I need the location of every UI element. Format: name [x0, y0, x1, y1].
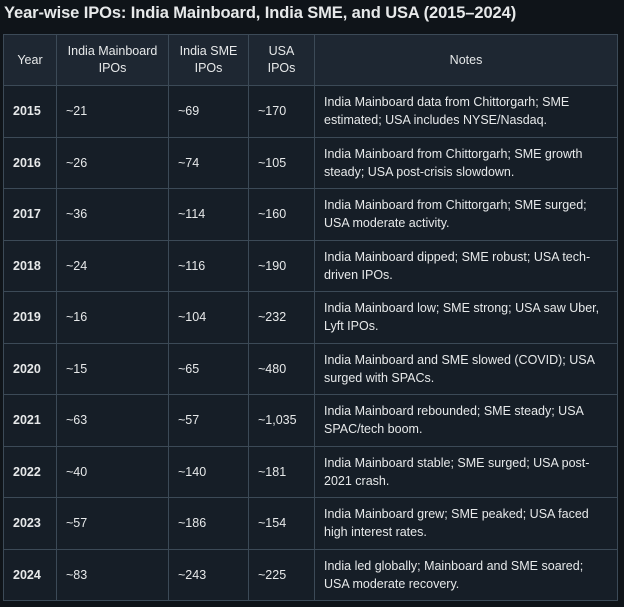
cell-usa: ~232	[248, 291, 315, 344]
cell-sme: ~57	[168, 394, 249, 447]
cell-mainboard: ~26	[56, 136, 169, 189]
cell-sme: ~74	[168, 136, 249, 189]
table-row: 2020 ~15 ~65 ~480 India Mainboard and SME sl…	[3, 342, 618, 395]
cell-year: 2018	[3, 239, 57, 292]
cell-mainboard: ~57	[56, 497, 169, 550]
cell-year: 2015	[3, 85, 57, 138]
cell-year: 2021	[3, 394, 57, 447]
cell-usa: ~181	[248, 445, 315, 498]
header-sme: India SME IPOs	[168, 34, 249, 86]
table-row: 2023 ~57 ~186 ~154 India Mainboard grew; SME…	[3, 497, 618, 550]
cell-mainboard: ~21	[56, 85, 169, 138]
cell-notes: India Mainboard grew; SME peaked; USA fa…	[314, 497, 618, 550]
header-notes: Notes	[314, 34, 618, 86]
table-row: 2015 ~21 ~69 ~170 India Mainboard data from …	[3, 85, 618, 138]
cell-sme: ~65	[168, 342, 249, 395]
table-row: 2016 ~26 ~74 ~105 India Mainboard from Chitt…	[3, 136, 618, 189]
page-title: Year-wise IPOs: India Mainboard, India S…	[4, 4, 517, 22]
cell-notes: India Mainboard data from Chittorgarh; S…	[314, 85, 618, 138]
table-row: 2017 ~36 ~114 ~160 India Mainboard from Chit…	[3, 188, 618, 241]
header-mainboard: India Mainboard IPOs	[56, 34, 169, 86]
cell-usa: ~480	[248, 342, 315, 395]
cell-year: 2016	[3, 136, 57, 189]
cell-year: 2019	[3, 291, 57, 344]
cell-sme: ~243	[168, 548, 249, 601]
cell-notes: India Mainboard from Chittorgarh; SME gr…	[314, 136, 618, 189]
header-row: Year India Mainboard IPOs India SME IPOs…	[3, 34, 618, 86]
cell-mainboard: ~63	[56, 394, 169, 447]
cell-mainboard: ~40	[56, 445, 169, 498]
cell-year: 2022	[3, 445, 57, 498]
cell-year: 2017	[3, 188, 57, 241]
table-row: 2019 ~16 ~104 ~232 India Mainboard low; SME …	[3, 291, 618, 344]
cell-sme: ~114	[168, 188, 249, 241]
table-row: 2018 ~24 ~116 ~190 India Mainboard dipped; S…	[3, 239, 618, 292]
cell-usa: ~154	[248, 497, 315, 550]
cell-sme: ~104	[168, 291, 249, 344]
header-year: Year	[3, 34, 57, 86]
table-body: 2015 ~21 ~69 ~170 India Mainboard data from …	[3, 85, 618, 601]
cell-year: 2023	[3, 497, 57, 550]
cell-year: 2024	[3, 548, 57, 601]
cell-usa: ~170	[248, 85, 315, 138]
cell-notes: India Mainboard low; SME strong; USA saw…	[314, 291, 618, 344]
cell-usa: ~225	[248, 548, 315, 601]
cell-notes: India Mainboard from Chittorgarh; SME su…	[314, 188, 618, 241]
cell-notes: India led globally; Mainboard and SME so…	[314, 548, 618, 601]
cell-usa: ~1,035	[248, 394, 315, 447]
cell-notes: India Mainboard rebounded; SME steady; U…	[314, 394, 618, 447]
cell-usa: ~160	[248, 188, 315, 241]
cell-mainboard: ~16	[56, 291, 169, 344]
header-usa: USA IPOs	[248, 34, 315, 86]
cell-sme: ~186	[168, 497, 249, 550]
cell-mainboard: ~36	[56, 188, 169, 241]
cell-mainboard: ~24	[56, 239, 169, 292]
cell-usa: ~105	[248, 136, 315, 189]
cell-notes: India Mainboard stable; SME surged; USA …	[314, 445, 618, 498]
cell-mainboard: ~83	[56, 548, 169, 601]
cell-year: 2020	[3, 342, 57, 395]
cell-sme: ~116	[168, 239, 249, 292]
table-row: 2021 ~63 ~57 ~1,035 India Mainboard rebounde…	[3, 394, 618, 447]
cell-notes: India Mainboard dipped; SME robust; USA …	[314, 239, 618, 292]
table-row: 2022 ~40 ~140 ~181 India Mainboard stable; S…	[3, 445, 618, 498]
table-row: 2024 ~83 ~243 ~225 India led globally; Mainb…	[3, 548, 618, 601]
cell-usa: ~190	[248, 239, 315, 292]
cell-sme: ~69	[168, 85, 249, 138]
ipo-table: Year India Mainboard IPOs India SME IPOs…	[3, 34, 618, 601]
cell-notes: India Mainboard and SME slowed (COVID); …	[314, 342, 618, 395]
cell-mainboard: ~15	[56, 342, 169, 395]
cell-sme: ~140	[168, 445, 249, 498]
